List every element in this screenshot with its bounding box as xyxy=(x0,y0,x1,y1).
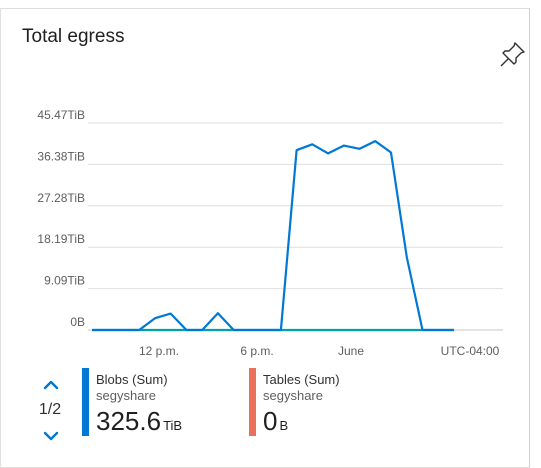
legend-color-swatch xyxy=(249,368,256,436)
legend-series-name: Tables (Sum) xyxy=(263,372,340,387)
legend-value: 0B xyxy=(263,406,288,437)
x-tick-label: June xyxy=(338,344,364,358)
legend-resource-name: segyshare xyxy=(263,388,323,403)
chart-series xyxy=(92,140,454,332)
legend-value: 325.6 TiB xyxy=(96,406,182,437)
y-tick-label: 45.47TiB xyxy=(37,108,85,122)
chevron-up-icon[interactable] xyxy=(42,379,60,391)
legend-color-swatch xyxy=(82,368,89,436)
y-tick-label: 36.38TiB xyxy=(37,149,85,163)
legend-value-unit: B xyxy=(279,418,289,433)
y-tick-label: 9.09TiB xyxy=(44,274,85,288)
pager-label: 1/2 xyxy=(38,401,62,418)
x-axis: 12 p.m. 6 p.m. June xyxy=(139,344,364,358)
x-tick-label: 12 p.m. xyxy=(139,344,179,358)
legend-value-unit: TiB xyxy=(163,418,183,433)
legend-resource-name: segyshare xyxy=(96,388,156,403)
timezone-label: UTC-04:00 xyxy=(441,344,500,358)
y-tick-label: 18.19TiB xyxy=(37,232,85,246)
y-axis: 0B 9.09TiB 18.19TiB 27.28TiB 36.38TiB 45.47Ti… xyxy=(37,108,85,329)
y-tick-label: 0B xyxy=(70,315,85,329)
x-tick-label: 6 p.m. xyxy=(240,344,273,358)
series-line-blobs xyxy=(92,140,454,332)
line-chart: 0B 9.09TiB 18.19TiB 27.28TiB 36.38TiB 45.47Ti… xyxy=(37,108,503,358)
legend-series-name: Blobs (Sum) xyxy=(96,372,168,387)
legend-value-number: 325.6 xyxy=(96,406,162,436)
chevron-down-icon[interactable] xyxy=(42,430,60,442)
y-tick-label: 27.28TiB xyxy=(37,191,85,205)
legend-pager: 1/2 xyxy=(28,375,72,447)
legend-value-number: 0 xyxy=(263,406,278,436)
